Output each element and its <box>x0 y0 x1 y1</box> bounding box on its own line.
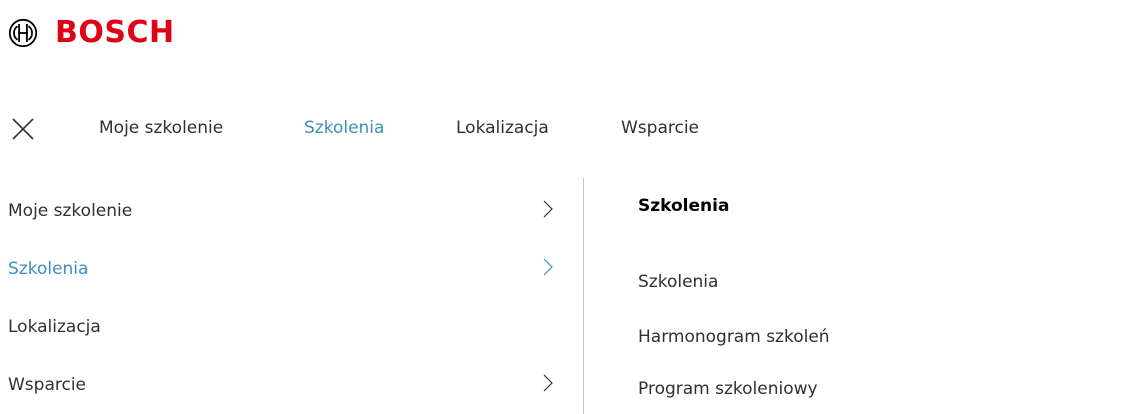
topnav-item-szkolenia[interactable]: Szkolenia <box>304 116 384 140</box>
topnav-item-lokalizacja[interactable]: Lokalizacja <box>456 116 549 140</box>
topnav-item-wsparcie[interactable]: Wsparcie <box>621 116 699 140</box>
page: BOSCH Moje szkolenie Szkolenia Lokalizac… <box>0 0 1148 414</box>
chevron-right-icon <box>543 374 553 392</box>
menu-item-moje-szkolenie[interactable]: Moje szkolenie <box>0 181 560 239</box>
submenu-link-program-szkoleniowy[interactable]: Program szkoleniowy <box>638 377 818 401</box>
menu-item-lokalizacja[interactable]: Lokalizacja <box>0 297 560 355</box>
submenu-title: Szkolenia <box>638 196 730 216</box>
bosch-armature-icon <box>8 18 38 48</box>
menu-item-label: Wsparcie <box>8 375 87 395</box>
topnav-item-moje-szkolenie[interactable]: Moje szkolenie <box>99 116 223 140</box>
chevron-right-icon <box>543 258 553 276</box>
brand-logo[interactable]: BOSCH <box>8 13 175 53</box>
chevron-right-icon <box>543 200 553 218</box>
close-icon[interactable] <box>11 117 35 141</box>
top-navigation: Moje szkolenie Szkolenia Lokalizacja Wsp… <box>0 106 1148 150</box>
submenu-link-harmonogram-szkolen[interactable]: Harmonogram szkoleń <box>638 325 830 349</box>
menu-divider <box>583 178 584 414</box>
menu-item-label: Moje szkolenie <box>8 201 133 221</box>
brand-name: BOSCH <box>55 15 175 50</box>
menu-item-szkolenia[interactable]: Szkolenia <box>0 239 560 297</box>
submenu-link-szkolenia[interactable]: Szkolenia <box>638 270 718 294</box>
menu-item-label: Lokalizacja <box>8 317 101 337</box>
menu-item-label: Szkolenia <box>8 259 89 279</box>
menu-item-wsparcie[interactable]: Wsparcie <box>0 355 560 413</box>
